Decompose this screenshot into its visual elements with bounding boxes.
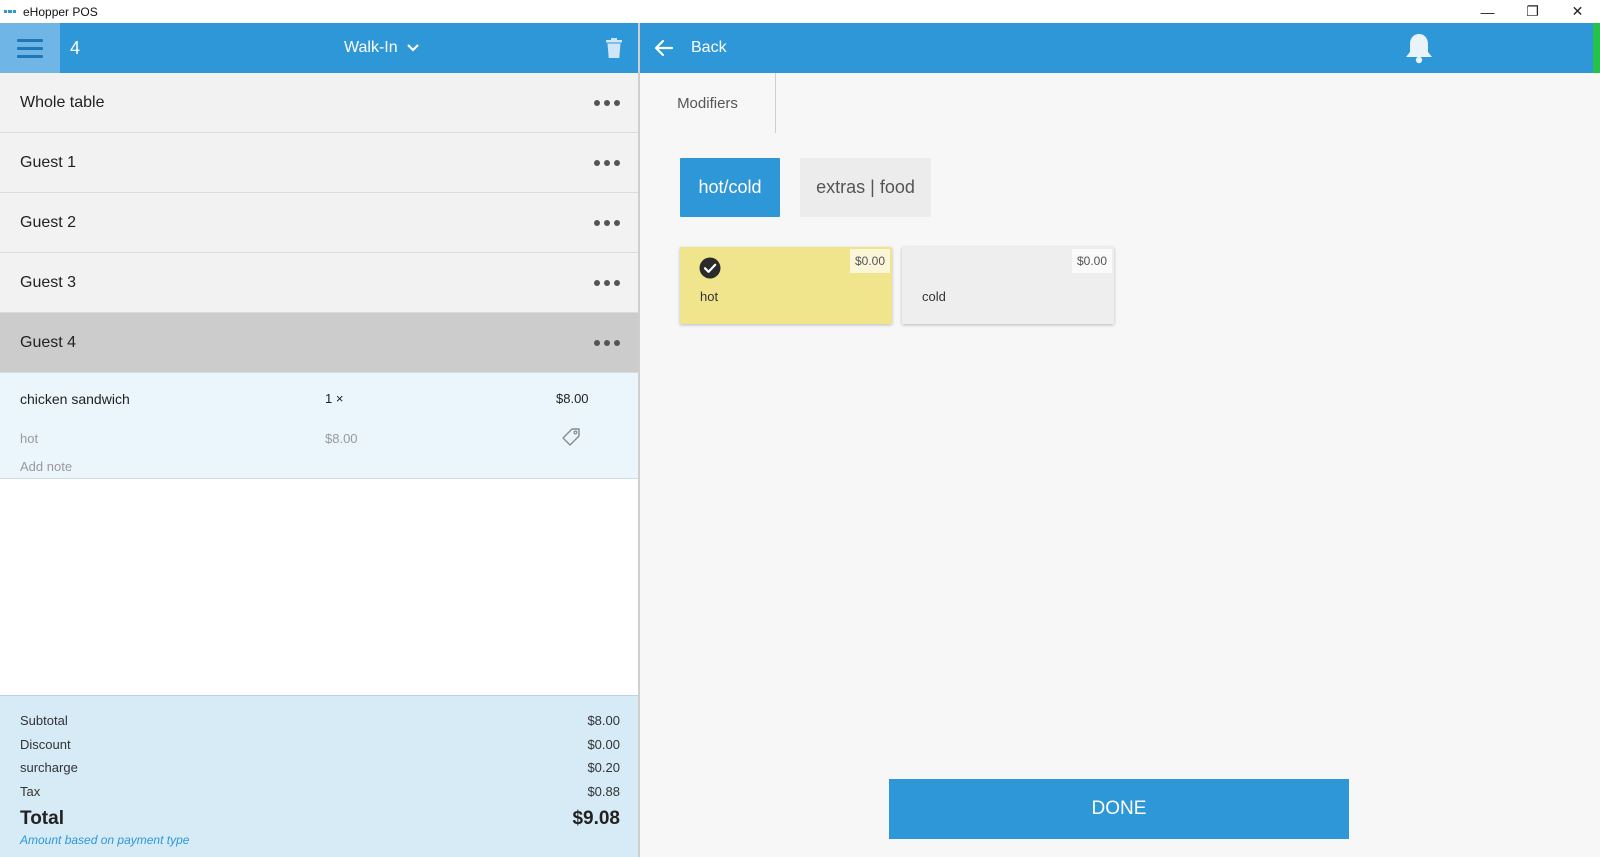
back-arrow-icon[interactable] <box>654 38 674 58</box>
discount-tag-icon[interactable] <box>561 427 581 447</box>
modifier-price: $0.00 <box>849 249 890 273</box>
tab-modifiers[interactable]: Modifiers <box>640 73 776 133</box>
item-name: chicken sandwich <box>20 391 130 407</box>
subtotal-label: Subtotal <box>20 713 68 728</box>
order-type-dropdown[interactable]: Walk-In <box>344 23 420 73</box>
hamburger-icon <box>17 38 43 42</box>
surcharge-value: $0.20 <box>587 760 620 775</box>
subtotal-value: $8.00 <box>587 713 620 728</box>
close-button[interactable]: ✕ <box>1555 0 1600 23</box>
order-number: 4 <box>70 37 81 58</box>
window-titlebar: eHopper POS — ❐ ✕ <box>0 0 1600 23</box>
order-header: 4 Walk-In <box>0 23 638 73</box>
order-item[interactable]: chicken sandwich 1 × $8.00 hot $8.00 Add… <box>0 373 638 479</box>
order-panel: 4 Walk-In Whole table Guest 1 Guest 2 Gu… <box>0 23 640 857</box>
modifier-panel: Back Modifiers hot/cold extras | food $0… <box>640 23 1600 857</box>
more-options-icon[interactable] <box>594 280 620 286</box>
add-note-link[interactable]: Add note <box>20 459 72 474</box>
more-options-icon[interactable] <box>594 100 620 106</box>
tax-row: Tax $0.88 <box>20 784 620 799</box>
category-extras-food[interactable]: extras | food <box>800 158 931 217</box>
guest-row-guest-3[interactable]: Guest 3 <box>0 253 638 313</box>
guest-label: Guest 3 <box>20 273 77 291</box>
chevron-down-icon <box>406 44 419 52</box>
item-price: $8.00 <box>556 391 589 406</box>
guest-row-whole-table[interactable]: Whole table <box>0 73 638 133</box>
window-title: eHopper POS <box>23 4 98 19</box>
more-options-icon[interactable] <box>594 340 620 346</box>
total-label: Total <box>20 808 64 829</box>
order-totals: Subtotal $8.00 Discount $0.00 surcharge … <box>0 695 638 857</box>
minimize-button[interactable]: — <box>1465 0 1510 23</box>
guest-label: Guest 1 <box>20 153 77 171</box>
menu-button[interactable] <box>0 23 60 73</box>
app-icon <box>4 10 16 13</box>
category-hot-cold[interactable]: hot/cold <box>680 158 780 217</box>
window-controls: — ❐ ✕ <box>1465 0 1600 23</box>
item-quantity[interactable]: 1 × <box>325 391 343 406</box>
surcharge-label: surcharge <box>20 760 78 775</box>
total-row: Total $9.08 <box>20 808 620 830</box>
surcharge-row: surcharge $0.20 <box>20 760 620 775</box>
guest-row-guest-4[interactable]: Guest 4 <box>0 313 638 373</box>
more-options-icon[interactable] <box>594 220 620 226</box>
modifier-card-cold[interactable]: $0.00 cold <box>902 247 1114 324</box>
total-value: $9.08 <box>572 808 620 829</box>
guest-row-guest-2[interactable]: Guest 2 <box>0 193 638 253</box>
back-button[interactable]: Back <box>691 39 727 57</box>
item-modifier-name: hot <box>20 431 39 446</box>
guest-label: Whole table <box>20 93 105 111</box>
guest-label: Guest 2 <box>20 213 77 231</box>
modifier-card-hot[interactable]: $0.00 hot <box>680 247 892 324</box>
trash-icon[interactable] <box>606 38 622 58</box>
guest-label: Guest 4 <box>20 333 77 351</box>
item-modifier-price: $8.00 <box>325 431 358 446</box>
guest-list: Whole table Guest 1 Guest 2 Guest 3 Gues… <box>0 73 638 373</box>
subtotal-row: Subtotal $8.00 <box>20 713 620 728</box>
more-options-icon[interactable] <box>594 160 620 166</box>
guest-row-guest-1[interactable]: Guest 1 <box>0 133 638 193</box>
discount-label: Discount <box>20 737 71 752</box>
modifier-label: hot <box>700 289 719 304</box>
payment-type-note: Amount based on payment type <box>20 833 190 847</box>
done-button[interactable]: DONE <box>889 779 1349 839</box>
discount-row: Discount $0.00 <box>20 737 620 752</box>
tax-value: $0.88 <box>587 784 620 799</box>
modifier-tabs: Modifiers <box>640 73 1600 133</box>
notification-bell-icon[interactable] <box>1402 31 1436 65</box>
modifier-header: Back <box>640 23 1600 73</box>
discount-value: $0.00 <box>587 737 620 752</box>
status-indicator <box>1593 23 1600 73</box>
checkmark-icon <box>699 257 721 279</box>
modifier-price: $0.00 <box>1071 249 1112 273</box>
restore-button[interactable]: ❐ <box>1510 0 1555 23</box>
modifier-label: cold <box>922 289 946 304</box>
order-type-label: Walk-In <box>344 39 398 56</box>
tax-label: Tax <box>20 784 41 799</box>
